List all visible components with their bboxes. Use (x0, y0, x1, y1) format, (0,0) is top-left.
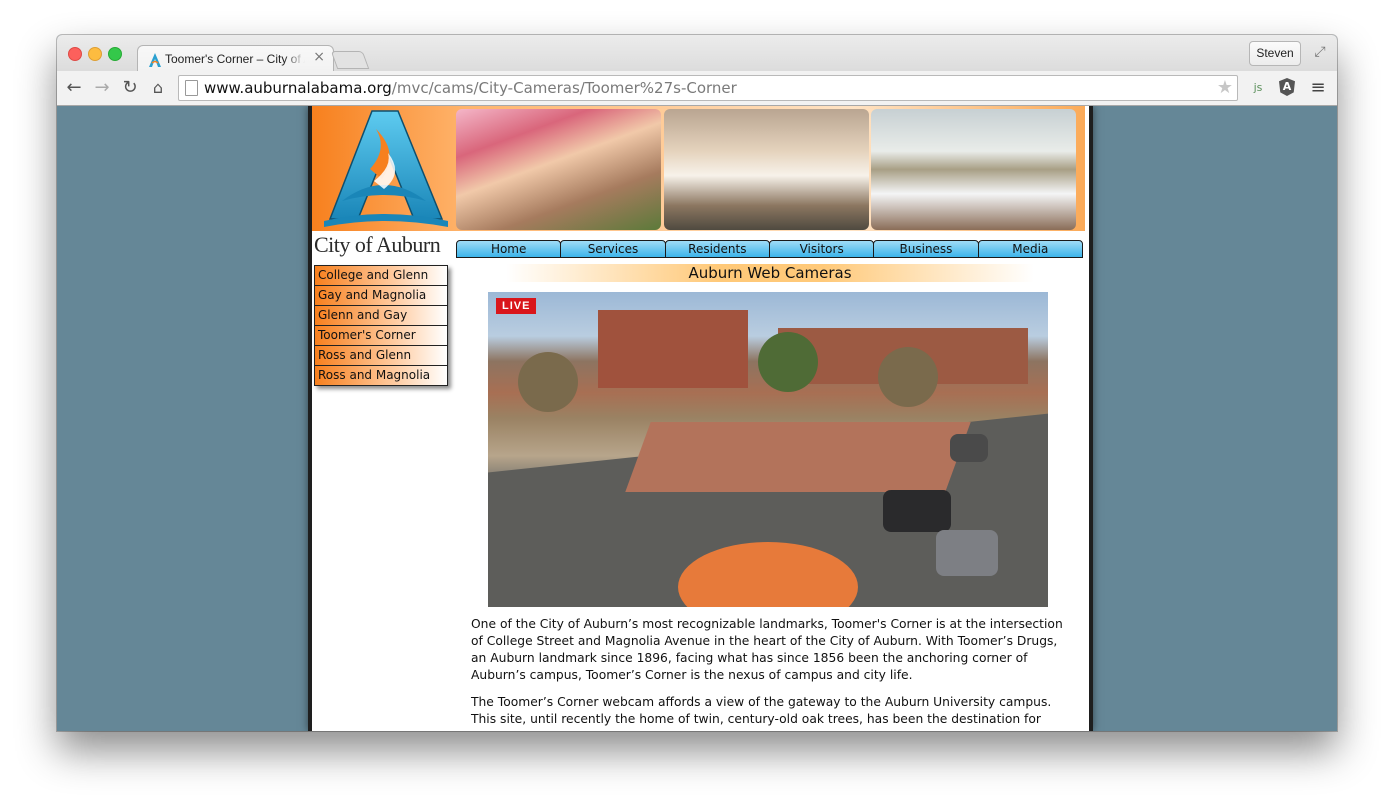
nav-residents[interactable]: Residents (664, 240, 770, 258)
back-icon[interactable]: ← (63, 77, 85, 99)
webcam-tree (878, 347, 938, 407)
header-photo-snow-building (871, 109, 1076, 230)
webcam-car (936, 530, 998, 576)
sidebar-item-glenn-and-gay[interactable]: Glenn and Gay (315, 306, 447, 326)
url-host: www.auburnalabama.org (204, 79, 392, 97)
webcam-tree (758, 332, 818, 392)
reload-icon[interactable]: ↻ (119, 77, 141, 99)
auburn-favicon-icon (149, 53, 161, 67)
webcam-car (950, 434, 988, 462)
main-nav: Home Services Residents Visitors Busines… (456, 240, 1083, 258)
menu-icon[interactable]: ≡ (1309, 79, 1327, 97)
angular-extension-icon[interactable]: A (1279, 78, 1295, 96)
city-logo-text: City of Auburn (314, 232, 441, 257)
nav-business[interactable]: Business (873, 240, 979, 258)
nav-home[interactable]: Home (456, 240, 562, 258)
live-badge: LIVE (496, 298, 537, 314)
page-viewport: City of Auburn Home Services Residents V… (57, 106, 1337, 731)
webcam-building (598, 310, 748, 388)
profile-button[interactable]: Steven (1249, 41, 1301, 66)
fullscreen-icon[interactable]: ⤢ (1311, 43, 1329, 61)
address-bar[interactable]: www.auburnalabama.org/mvc/cams/City-Came… (178, 75, 1238, 101)
webcam-paragraph: The Toomer’s Corner webcam affords a vie… (471, 695, 1052, 726)
sidebar-item-ross-and-magnolia[interactable]: Ross and Magnolia (315, 366, 447, 385)
new-tab-button[interactable] (330, 51, 370, 69)
home-icon[interactable]: ⌂ (147, 77, 169, 99)
maximize-window-button[interactable] (108, 47, 122, 61)
city-logo-icon[interactable] (314, 109, 454, 239)
section-title: Auburn Web Cameras (506, 264, 1034, 282)
browser-window: Toomer's Corner – City of Auburn × Steve… (57, 35, 1337, 731)
camera-sidebar: College and Glenn Gay and Magnolia Glenn… (314, 265, 448, 386)
sidebar-item-college-and-glenn[interactable]: College and Glenn (315, 266, 447, 286)
url-text[interactable]: www.auburnalabama.org/mvc/cams/City-Came… (204, 79, 737, 97)
page-icon (185, 80, 198, 96)
minimize-window-button[interactable] (88, 47, 102, 61)
title-bar: Toomer's Corner – City of Auburn × Steve… (57, 35, 1337, 72)
nav-visitors[interactable]: Visitors (768, 240, 875, 258)
browser-tab[interactable]: Toomer's Corner – City of Auburn × (137, 45, 334, 72)
site-page: City of Auburn Home Services Residents V… (308, 106, 1093, 731)
url-path: /mvc/cams/City-Cameras/Toomer%27s-Corner (391, 79, 737, 97)
webcam-tree (518, 352, 578, 412)
browser-toolbar: ← → ↻ ⌂ www.auburnalabama.org/mvc/cams/C… (57, 71, 1337, 106)
sidebar-item-ross-and-glenn[interactable]: Ross and Glenn (315, 346, 447, 366)
close-window-button[interactable] (68, 47, 82, 61)
star-icon[interactable]: ★ (1217, 77, 1233, 98)
tab-title: Toomer's Corner – City of Auburn (165, 52, 305, 66)
webcam-plaza (625, 422, 971, 492)
header-photo-girls (456, 109, 661, 230)
webcam-car (883, 490, 951, 532)
nav-media[interactable]: Media (977, 240, 1083, 258)
sidebar-item-gay-and-magnolia[interactable]: Gay and Magnolia (315, 286, 447, 306)
nav-services[interactable]: Services (560, 240, 666, 258)
javascript-extension-icon[interactable]: js (1249, 79, 1267, 97)
site-header: City of Auburn (312, 106, 1085, 257)
intro-paragraph: One of the City of Auburn’s most recogni… (471, 617, 1063, 682)
forward-icon[interactable]: → (91, 77, 113, 99)
sidebar-item-toomers-corner[interactable]: Toomer's Corner (315, 326, 447, 346)
webcam-image: LIVE (488, 292, 1048, 607)
tab-close-icon[interactable]: × (313, 49, 325, 65)
header-photo-boys (664, 109, 869, 230)
